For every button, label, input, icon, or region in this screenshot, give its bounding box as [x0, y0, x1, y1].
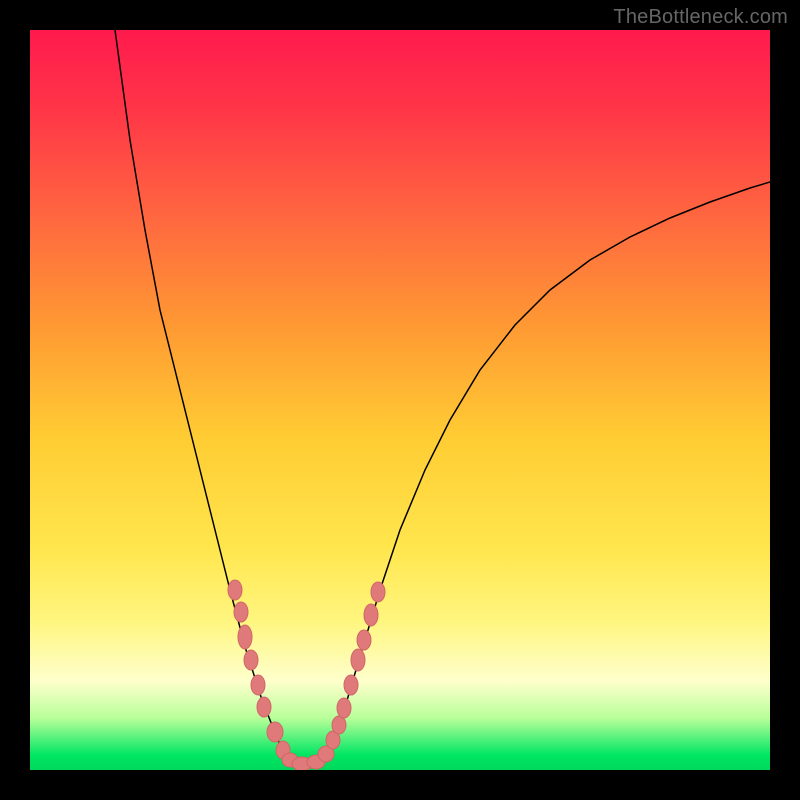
- chart-frame: [30, 30, 770, 770]
- data-point-marker: [244, 650, 258, 670]
- data-point-marker: [344, 675, 358, 695]
- data-point-marker: [257, 697, 271, 717]
- data-point-marker: [332, 716, 346, 734]
- data-point-marker: [351, 649, 365, 671]
- data-point-marker: [234, 602, 248, 622]
- curve-right-branch: [323, 182, 770, 762]
- data-point-markers: [228, 580, 385, 770]
- data-point-marker: [251, 675, 265, 695]
- curve-left-branch: [115, 30, 289, 762]
- data-point-marker: [337, 698, 351, 718]
- watermark-text: TheBottleneck.com: [613, 6, 788, 29]
- data-point-marker: [228, 580, 242, 600]
- data-point-marker: [267, 722, 283, 742]
- chart-svg: [30, 30, 770, 770]
- data-point-marker: [357, 630, 371, 650]
- data-point-marker: [238, 625, 252, 649]
- data-point-marker: [364, 604, 378, 626]
- data-point-marker: [371, 582, 385, 602]
